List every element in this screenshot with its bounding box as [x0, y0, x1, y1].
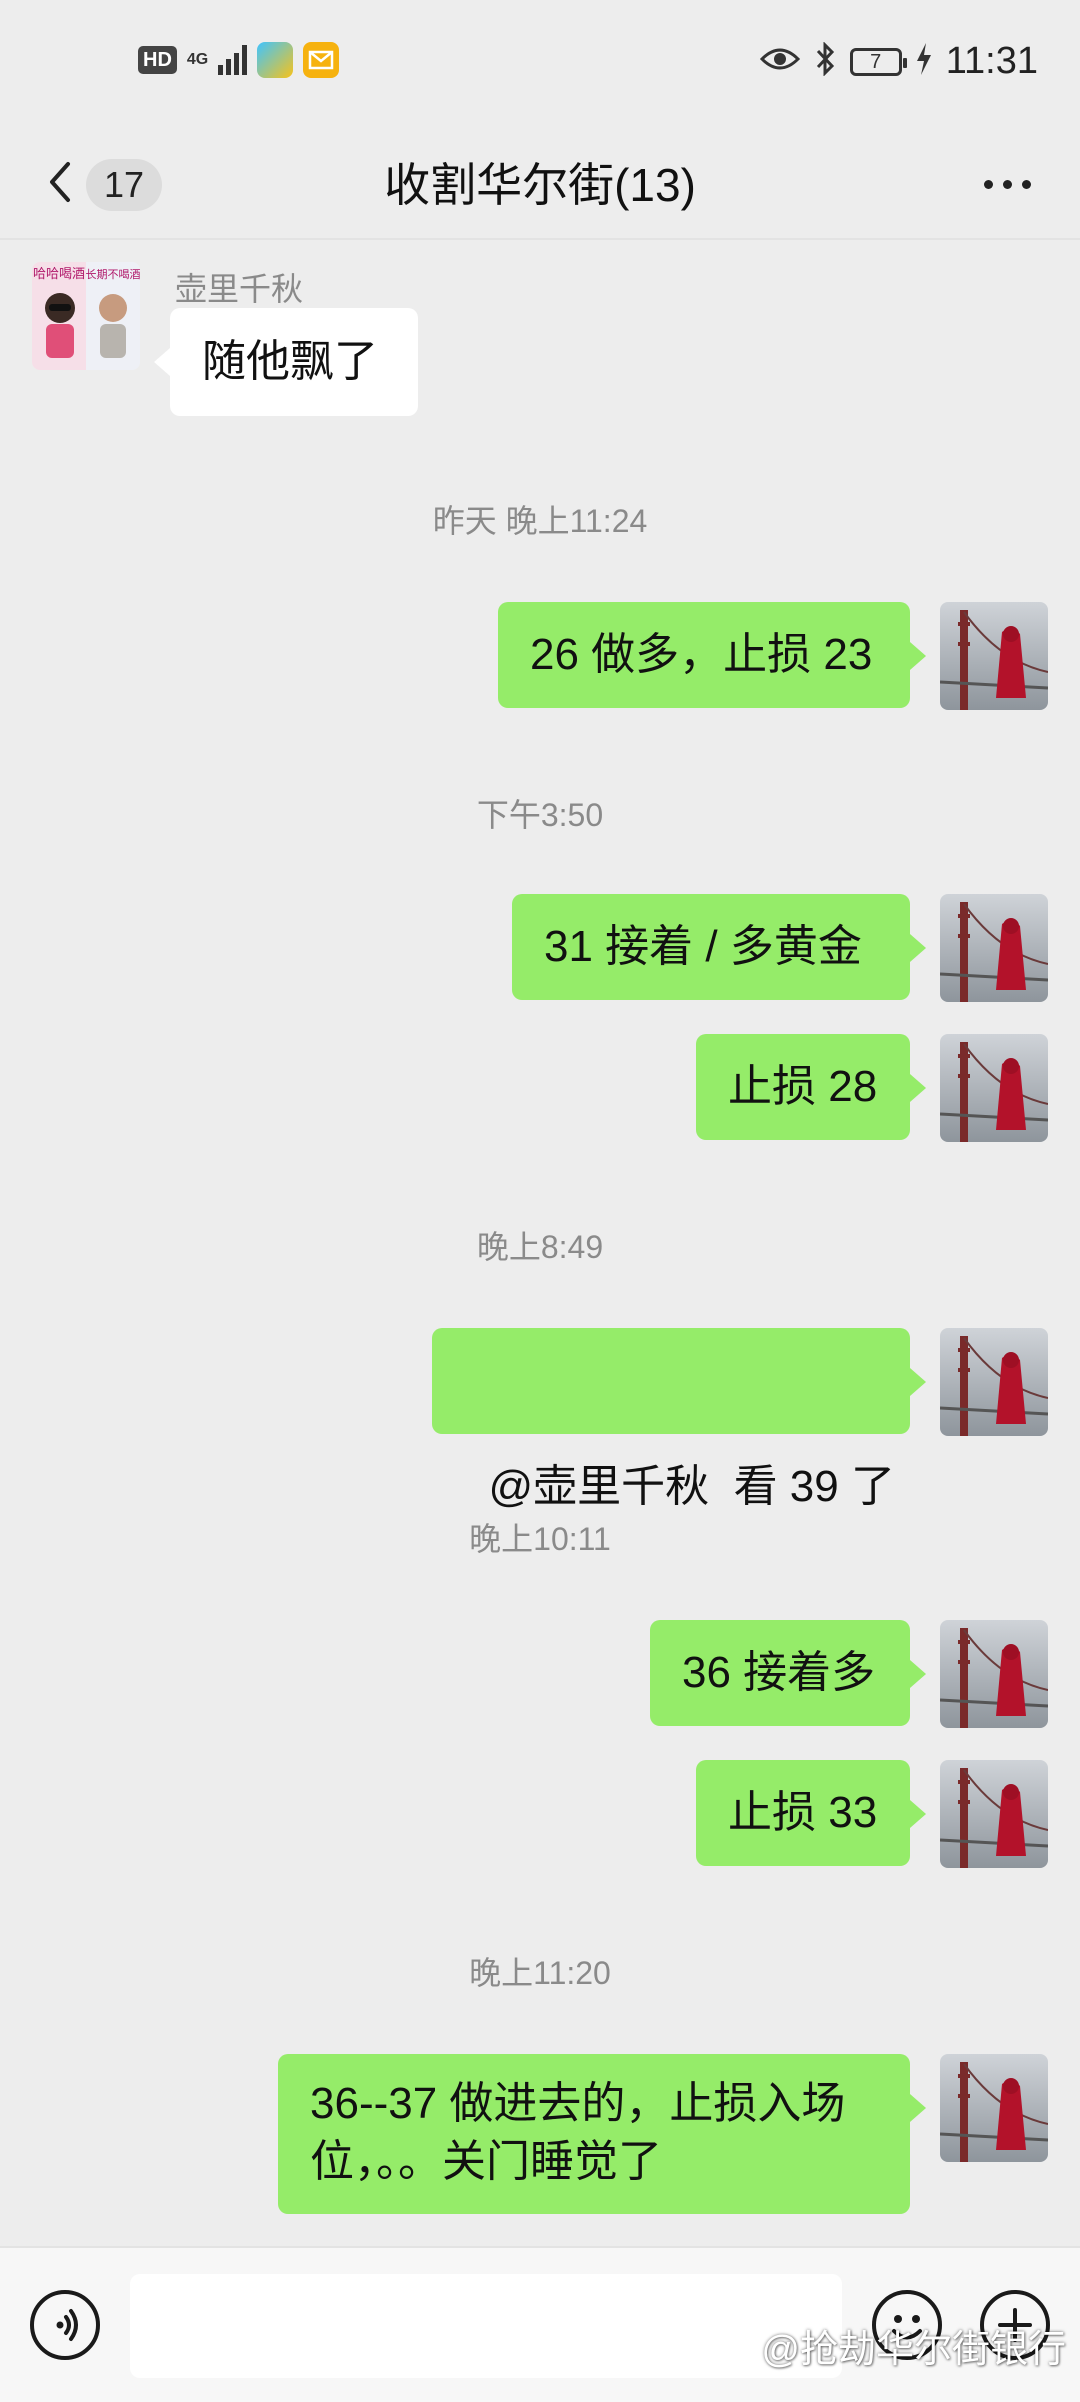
message-bubble-outgoing[interactable]: 36--37 做进去的，止损入场 位，。。关门睡觉了 — [278, 2054, 926, 2214]
timestamp: 昨天 晚上11:24 — [432, 503, 648, 539]
avatar-self[interactable] — [940, 1760, 1048, 1868]
message-text-line-1: 36--37 做进去的，止损入场 — [310, 2079, 846, 2128]
message-text-line-2: 位，。。关门睡觉了 — [310, 2137, 662, 2186]
header-divider — [0, 238, 1080, 240]
timestamp: 晚上11:20 — [469, 1955, 611, 1991]
message-bubble-outgoing[interactable]: 26 做多，止损 23 — [498, 602, 926, 708]
message-input[interactable] — [130, 2274, 842, 2378]
avatar-self[interactable] — [940, 1620, 1048, 1728]
message-bubble-outgoing[interactable]: 止损 28 — [696, 1034, 926, 1140]
back-arrow-icon[interactable] — [40, 152, 80, 212]
eye-icon — [759, 45, 800, 78]
voice-input-icon[interactable] — [30, 2290, 100, 2360]
bluetooth-icon — [814, 41, 836, 81]
status-bar: HD 4G 7 11:31 — [0, 0, 1080, 130]
avatar-self[interactable] — [940, 602, 1048, 710]
watermark: @抢劫华尔街银行 — [761, 2329, 1066, 2371]
message-bubble-incoming[interactable]: 随他飘了 — [154, 308, 418, 416]
message-bubble-outgoing[interactable]: 止损 33 — [696, 1760, 926, 1866]
message-text: 止损 33 — [728, 1788, 878, 1837]
signal-icon — [218, 45, 248, 75]
avatar-caption-left: 哈哈喝酒 — [33, 267, 85, 282]
app-store-icon — [257, 42, 294, 78]
avatar-caption-right: 长期不喝酒 — [86, 268, 141, 281]
message-bubble-outgoing[interactable]: 36 接着多 — [650, 1620, 926, 1726]
network-type: 4G — [186, 51, 209, 68]
message-text: 36 接着多 — [682, 1648, 876, 1697]
battery-icon: 7 — [849, 47, 907, 76]
sender-name: 壶里千秋 — [175, 271, 304, 307]
avatar-self[interactable] — [940, 2054, 1048, 2162]
mail-icon — [303, 42, 340, 78]
message-bubble-outgoing[interactable]: 31 接着 / 多黄金 — [512, 894, 926, 1000]
message-text: 随他飘了 — [202, 337, 378, 386]
message-text: 26 做多，止损 23 — [530, 630, 873, 679]
unread-count-badge[interactable]: 17 — [86, 159, 162, 211]
chat-title: 收割华尔街(13) — [384, 159, 696, 211]
timestamp: 晚上8:49 — [476, 1229, 604, 1265]
message-text: @壶里千秋 看 39 了 — [488, 1462, 895, 1511]
message-text: 31 接着 / 多黄金 — [544, 922, 862, 971]
more-options-icon[interactable] — [984, 166, 1044, 202]
chat-header: 收割华尔街(13) 17 — [0, 130, 1080, 240]
timestamp: 晚上10:11 — [469, 1521, 611, 1557]
avatar-self[interactable] — [940, 1328, 1048, 1436]
charging-icon — [916, 43, 932, 80]
message-text: 止损 28 — [728, 1062, 878, 1111]
avatar-contact[interactable]: 哈哈喝酒 长期不喝酒 — [32, 262, 140, 370]
clock: 11:31 — [945, 40, 1038, 82]
avatar-self[interactable] — [940, 894, 1048, 1002]
hd-badge: HD — [138, 46, 177, 74]
avatar-self[interactable] — [940, 1034, 1048, 1142]
message-bubble-outgoing[interactable]: @壶里千秋 看 39 了 — [432, 1328, 926, 1511]
timestamp: 下午3:50 — [476, 797, 604, 833]
